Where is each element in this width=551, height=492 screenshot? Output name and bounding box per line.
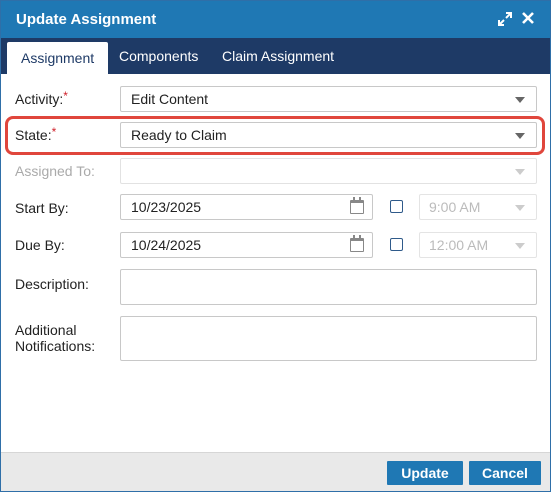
tab-bar: Assignment Components Claim Assignment: [1, 38, 550, 74]
expand-arrows-icon[interactable]: [497, 11, 513, 27]
due-by-time-select: 12:00 AM: [419, 232, 537, 258]
tab-claim-assignment[interactable]: Claim Assignment: [208, 38, 348, 74]
required-marker: *: [63, 89, 68, 103]
chevron-down-icon: [515, 243, 525, 249]
additional-notifications-label: Additional Notifications:: [15, 322, 95, 354]
update-button[interactable]: Update: [387, 461, 463, 485]
assigned-to-select: [120, 158, 537, 184]
state-label-text: State:: [15, 127, 52, 143]
tab-assignment[interactable]: Assignment: [7, 42, 109, 74]
state-value: Ready to Claim: [131, 127, 227, 143]
activity-label-text: Activity:: [15, 91, 64, 107]
state-label: State:*: [15, 125, 57, 143]
dialog-titlebar: Update Assignment: [1, 1, 550, 38]
dialog-footer: Update Cancel: [1, 452, 550, 491]
state-select[interactable]: Ready to Claim: [120, 122, 537, 148]
description-textarea[interactable]: [120, 269, 537, 305]
additional-notifications-label-line2: Notifications:: [15, 338, 96, 354]
start-by-date-value: 10/23/2025: [131, 199, 202, 215]
required-marker: *: [51, 125, 57, 139]
due-by-time-value: 12:00 AM: [429, 237, 489, 253]
due-by-time-checkbox[interactable]: [390, 238, 403, 251]
chevron-down-icon: [515, 205, 525, 211]
start-by-label: Start By:: [15, 200, 69, 216]
chevron-down-icon: [515, 97, 525, 103]
activity-value: Edit Content: [131, 91, 209, 107]
additional-notifications-label-line1: Additional: [15, 322, 77, 338]
due-by-label: Due By:: [15, 237, 65, 253]
dialog-title: Update Assignment: [16, 11, 157, 28]
calendar-icon[interactable]: [350, 235, 364, 252]
description-label: Description:: [15, 276, 89, 292]
activity-label: Activity:*: [15, 89, 68, 107]
start-by-time-checkbox[interactable]: [390, 200, 403, 213]
update-assignment-dialog: Update Assignment Assignment Components …: [0, 0, 551, 492]
start-by-time-select: 9:00 AM: [419, 194, 537, 220]
additional-notifications-textarea[interactable]: [120, 316, 537, 361]
chevron-down-icon: [515, 133, 525, 139]
assigned-to-label: Assigned To:: [15, 163, 95, 179]
close-icon[interactable]: [520, 11, 536, 27]
activity-select[interactable]: Edit Content: [120, 86, 537, 112]
chevron-down-icon: [515, 169, 525, 175]
cancel-button[interactable]: Cancel: [469, 461, 541, 485]
due-by-date-input[interactable]: 10/24/2025: [120, 232, 373, 258]
due-by-date-value: 10/24/2025: [131, 237, 202, 253]
tab-components[interactable]: Components: [105, 38, 212, 74]
start-by-time-value: 9:00 AM: [429, 199, 481, 215]
start-by-date-input[interactable]: 10/23/2025: [120, 194, 373, 220]
calendar-icon[interactable]: [350, 197, 364, 214]
